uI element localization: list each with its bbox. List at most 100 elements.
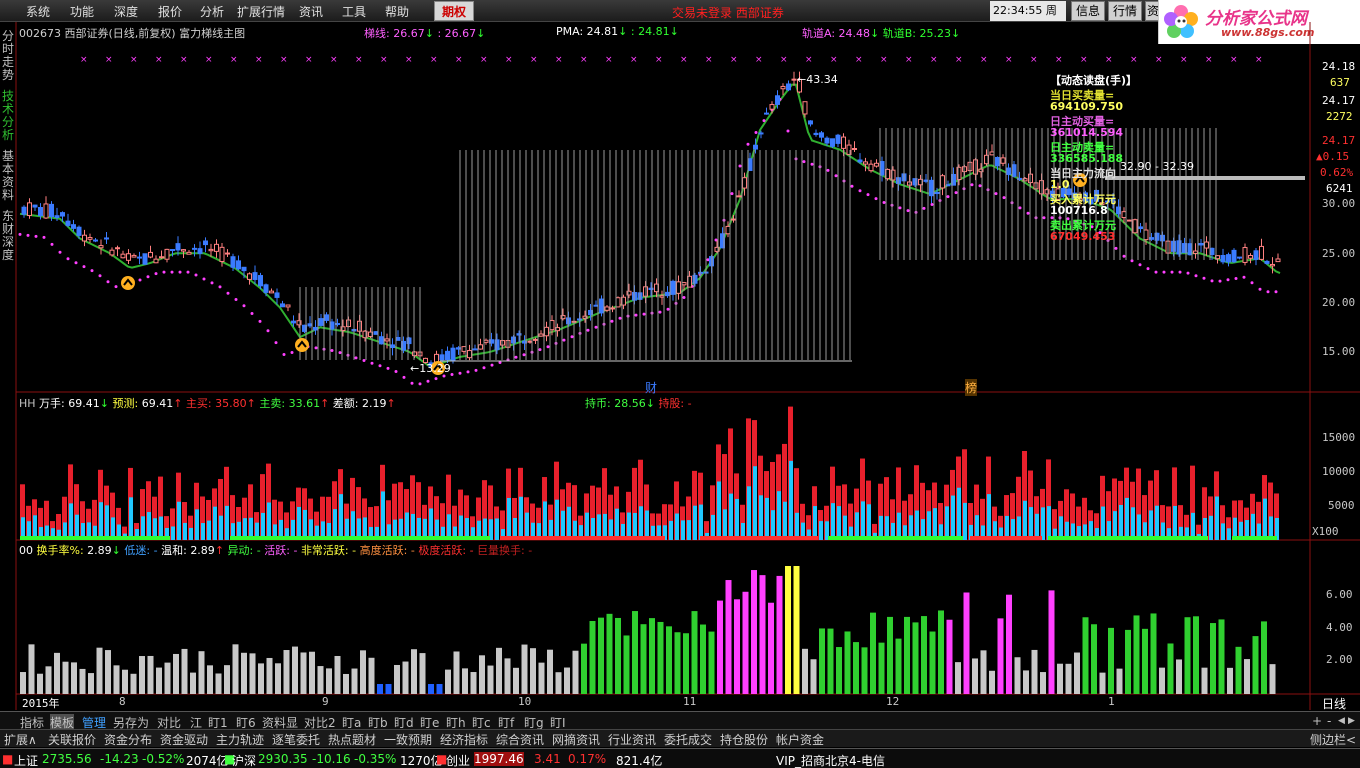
candle-body [450,347,456,361]
turnover-bar [96,647,103,694]
ladder-dot [266,329,270,333]
turnover-bar [198,651,205,694]
func-news-all[interactable]: 综合资讯 [496,731,544,748]
volume-bar-active [777,491,781,540]
candle-body [824,137,830,144]
turnover-gaodu-val: - [410,544,415,557]
volume-bar-active [303,509,307,540]
func-economic[interactable]: 经济指标 [440,731,488,748]
volume-bar-active [195,509,199,540]
ladder-dot [802,160,806,164]
turnover-bar [1108,627,1114,694]
candle-body [940,175,945,189]
func-consensus[interactable]: 一致预期 [384,731,432,748]
cy-amount: 821.4亿 [616,754,663,768]
turnover-bar [972,658,978,694]
cy-change: 3.41 [534,752,561,766]
turnover-bar [37,673,43,694]
ladder-dot [994,192,998,196]
date-12: 12 [886,695,900,708]
volume-bar-active [771,510,775,540]
zoom-in-icon[interactable]: + [1312,714,1322,728]
dp-row-7: 1.0 [1050,178,1070,191]
date-1: 1 [1108,695,1115,708]
func-positions[interactable]: 持仓股份 [720,731,768,748]
vol-baseline [970,536,1042,540]
indicator-name: 富力梯线主图 [179,27,246,40]
func-related-quote[interactable]: 关联报价 [48,731,96,748]
func-account[interactable]: 帐户资金 [776,731,824,748]
ladder-dot [546,345,550,349]
scroll-left-icon[interactable]: ◀ [1338,716,1345,726]
volume-bar-active [867,504,871,540]
ladder-dot [594,325,598,329]
volume-bar-active [759,495,763,540]
candle-body [208,248,214,252]
sidebar-toggle[interactable]: 侧边栏< [1310,731,1356,748]
x-marker: × [1130,55,1138,65]
ladder-dot [42,235,46,239]
x-marker: × [130,55,138,65]
turnover-bar [428,684,434,694]
turnover-bar [1252,636,1259,694]
turnover-bar [759,575,766,694]
turnover-bar [1261,621,1267,694]
dynamic-panel-title: 【动态读盘(手)】 [1050,74,1138,87]
stock-code: 002673 [19,27,61,40]
func-fund-drive[interactable]: 资金驱动 [160,731,208,748]
zoom-out-icon[interactable]: - [1327,714,1331,728]
volume-bar-active [171,526,175,540]
x-marker: × [530,55,538,65]
cai-marker[interactable]: 财 [645,379,657,396]
chart-canvas[interactable]: × × × × × × × × × × × × × × × × × × × × × × × × × × × × × × × × × × × × × × × ×… [0,0,1360,768]
turnover-bar [20,672,26,694]
turnover-bar [912,622,919,694]
candle-body [197,248,203,254]
turnover-bar [785,566,791,694]
track-info: 轨道A: 24.48↓ 轨道B: 25.23↓ [802,25,960,41]
candle-body [1138,226,1143,230]
ladder-dot [1250,281,1254,285]
vol-yuce-value: 69.41 [141,397,174,410]
turnover-bar [292,646,298,694]
turnover-bar [1218,619,1225,694]
turnover-bar [717,600,723,694]
func-order-by-order[interactable]: 逐笔委托 [272,731,320,748]
ladder-dot [362,359,366,362]
func-expand[interactable]: 扩展∧ [4,731,37,748]
func-orders[interactable]: 委托成交 [664,731,712,748]
ladder-dot [930,203,934,206]
turnover-bar [700,624,706,694]
turnover-bar [997,618,1004,694]
x-marker: × [555,55,563,65]
turnover-feichang: 非常活跃: [300,544,349,557]
func-main-track[interactable]: 主力轨迹 [216,731,264,748]
x-marker: × [80,55,88,65]
turnover-bar [1184,617,1191,694]
volume-bar-active [1215,496,1219,540]
ladder-dot [1018,206,1022,210]
candle-body [1187,243,1193,256]
candle-body [461,346,467,352]
candle-body [269,290,274,294]
ladder-dot [810,162,814,166]
candle-body [54,215,60,218]
turnover-bar [691,611,698,694]
volume-bar-active [213,506,217,540]
func-fund-dist[interactable]: 资金分布 [104,731,152,748]
ladder-dot [66,257,70,261]
bang-marker[interactable]: 榜 [965,379,978,396]
func-web-news[interactable]: 网摘资讯 [552,731,600,748]
period-label[interactable]: 日线 [1322,695,1346,712]
func-industry-news[interactable]: 行业资讯 [608,731,656,748]
func-hot-topics[interactable]: 热点题材 [328,731,376,748]
ladder-dot [786,129,790,133]
ladder-dot [1162,270,1166,274]
ladder-dot [1042,216,1046,220]
scroll-right-icon[interactable]: ▶ [1348,716,1355,726]
up-arrow-icon: ↑ [386,397,396,410]
candle-body [868,163,874,172]
ladder-dot [738,164,742,168]
ladder-dot [1002,196,1006,200]
vol-hh: HH [19,397,36,410]
